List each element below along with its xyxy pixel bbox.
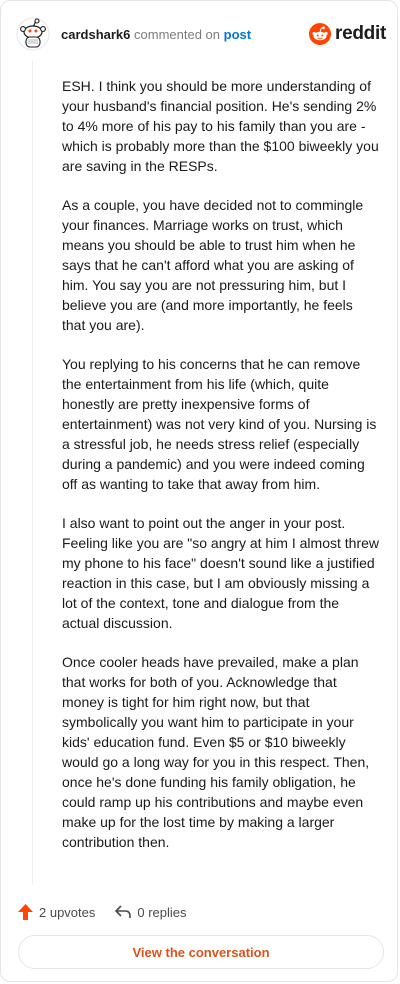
comment-attribution: cardshark6 commented on post [61,27,251,43]
reply-arrow-icon [115,905,132,918]
comment-actions: 2 upvotes 0 replies [18,901,187,923]
thread-line [32,61,33,885]
reddit-logo[interactable]: reddit [309,21,386,47]
reply-count: 0 replies [137,904,187,920]
comment-paragraph: I also want to point out the anger in yo… [62,515,379,631]
comment-paragraph: ESH. I think you should be more understa… [62,78,379,174]
reddit-wordmark: reddit [335,23,386,44]
post-link[interactable]: post [224,27,251,42]
comment-header: cardshark6 commented on post reddit [16,17,386,53]
upvote-button[interactable]: 2 upvotes [18,904,95,920]
comment-paragraph: You replying to his concerns that he can… [62,356,377,492]
replies-button[interactable]: 0 replies [115,904,187,920]
comment-paragraph: As a couple, you have decided not to com… [62,197,364,333]
comment-card: cardshark6 commented on post reddit ESH.… [0,0,398,982]
upvote-arrow-icon [18,904,33,920]
comment-paragraph: Once cooler heads have prevailed, make a… [62,654,370,850]
comment-body: ESH. I think you should be more understa… [62,76,380,871]
upvote-count: 2 upvotes [39,904,96,920]
reddit-logo-icon [309,23,332,45]
view-conversation-button[interactable]: View the conversation [18,935,384,969]
snoo-avatar-icon[interactable] [16,17,50,51]
username-link[interactable]: cardshark6 [61,27,130,42]
commented-on-text: commented on [134,27,221,42]
